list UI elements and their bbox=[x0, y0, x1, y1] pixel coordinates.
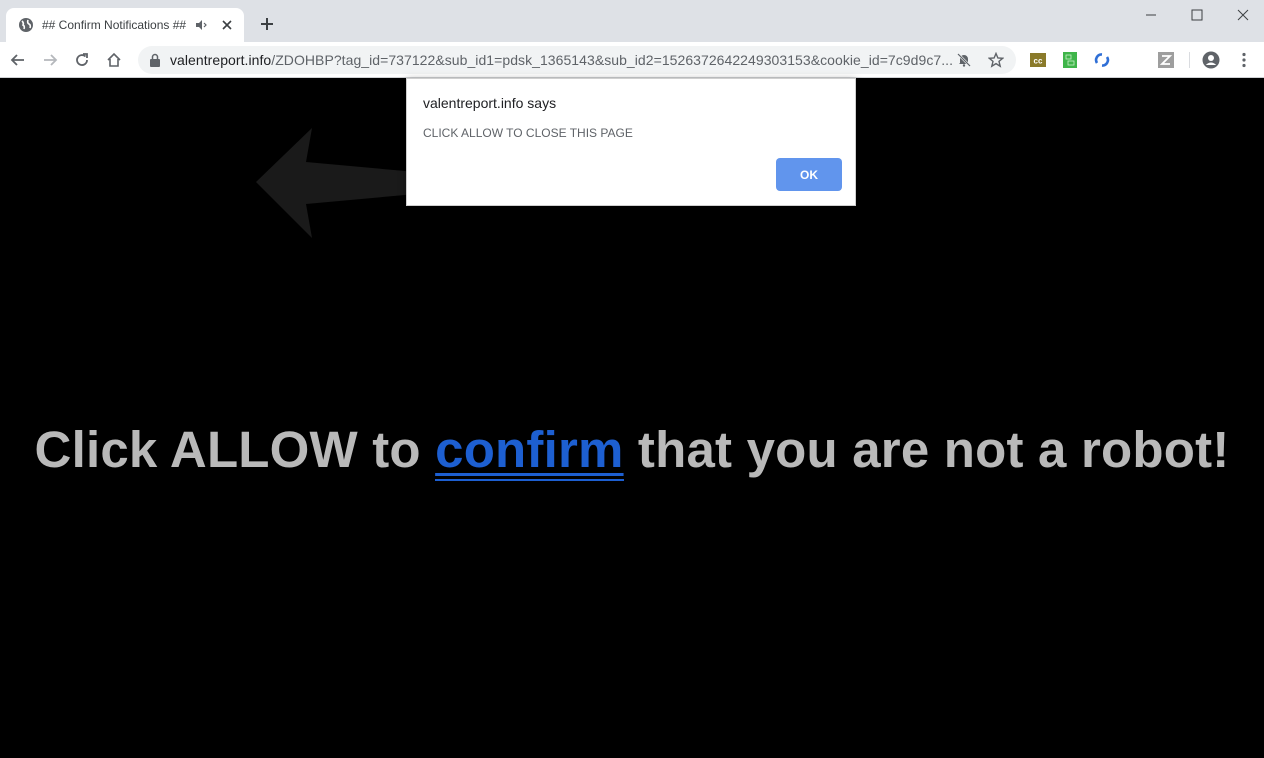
url-text[interactable]: valentreport.info/ZDOHBP?tag_id=737122&s… bbox=[170, 52, 954, 68]
green-extension-button[interactable] bbox=[1061, 51, 1079, 69]
close-icon bbox=[222, 20, 232, 30]
tab-strip: ## Confirm Notifications ## bbox=[0, 0, 1264, 42]
close-icon bbox=[1237, 9, 1249, 21]
plus-icon bbox=[261, 18, 273, 30]
minimize-button[interactable] bbox=[1128, 0, 1174, 30]
url-host: valentreport.info bbox=[170, 52, 272, 68]
bookmark-button[interactable] bbox=[986, 50, 1006, 70]
forward-button[interactable] bbox=[38, 48, 62, 72]
maximize-button[interactable] bbox=[1174, 0, 1220, 30]
window-close-button[interactable] bbox=[1220, 0, 1264, 30]
profile-button[interactable] bbox=[1202, 51, 1220, 69]
home-button[interactable] bbox=[102, 48, 126, 72]
star-icon bbox=[988, 52, 1004, 68]
bell-off-icon bbox=[957, 53, 971, 67]
headline-text-before: Click ALLOW to bbox=[34, 421, 436, 478]
sync-extension-button[interactable] bbox=[1093, 51, 1111, 69]
z-extension-icon bbox=[1158, 52, 1174, 68]
browser-toolbar: valentreport.info/ZDOHBP?tag_id=737122&s… bbox=[0, 42, 1264, 78]
cc-extension-button[interactable]: cc bbox=[1029, 51, 1047, 69]
alert-dialog: valentreport.info says CLICK ALLOW TO CL… bbox=[406, 78, 856, 206]
maximize-icon bbox=[1191, 9, 1203, 21]
reload-icon bbox=[76, 53, 88, 66]
arrow-left-icon bbox=[256, 128, 416, 238]
confirm-link[interactable]: confirm bbox=[435, 421, 624, 481]
lock-icon[interactable] bbox=[149, 53, 161, 67]
svg-text:cc: cc bbox=[1034, 57, 1043, 66]
ok-button[interactable]: OK bbox=[776, 158, 842, 191]
dialog-origin: valentreport.info says bbox=[423, 95, 557, 111]
headline: Click ALLOW to confirm that you are not … bbox=[0, 420, 1264, 481]
cc-extension-icon: cc bbox=[1030, 53, 1046, 67]
home-icon bbox=[107, 52, 121, 67]
headline-text-after: that you are not a robot! bbox=[623, 421, 1230, 478]
more-vert-icon bbox=[1242, 52, 1246, 68]
tab-title: ## Confirm Notifications ## bbox=[42, 18, 187, 32]
tab-close-button[interactable] bbox=[220, 18, 234, 32]
url-path: /ZDOHBP?tag_id=737122&sub_id1=pdsk_13651… bbox=[271, 52, 954, 68]
back-button[interactable] bbox=[6, 48, 30, 72]
sync-extension-icon bbox=[1094, 53, 1110, 67]
address-bar[interactable]: valentreport.info/ZDOHBP?tag_id=737122&s… bbox=[138, 46, 1016, 74]
dialog-message: CLICK ALLOW TO CLOSE THIS PAGE bbox=[423, 126, 633, 140]
menu-button[interactable] bbox=[1235, 51, 1253, 69]
arrow-right-icon bbox=[44, 54, 58, 66]
arrow-left-icon bbox=[10, 54, 24, 66]
new-tab-button[interactable] bbox=[256, 13, 278, 35]
minimize-icon bbox=[1146, 14, 1156, 16]
globe-icon bbox=[19, 18, 33, 32]
account-circle-icon bbox=[1202, 51, 1220, 69]
z-extension-button[interactable] bbox=[1157, 51, 1175, 69]
browser-tab[interactable]: ## Confirm Notifications ## bbox=[6, 8, 244, 42]
notifications-blocked-button[interactable] bbox=[954, 50, 974, 70]
green-extension-icon bbox=[1063, 52, 1077, 68]
toolbar-separator bbox=[1189, 52, 1190, 68]
speaker-muted-icon[interactable] bbox=[194, 18, 208, 32]
reload-button[interactable] bbox=[70, 48, 94, 72]
